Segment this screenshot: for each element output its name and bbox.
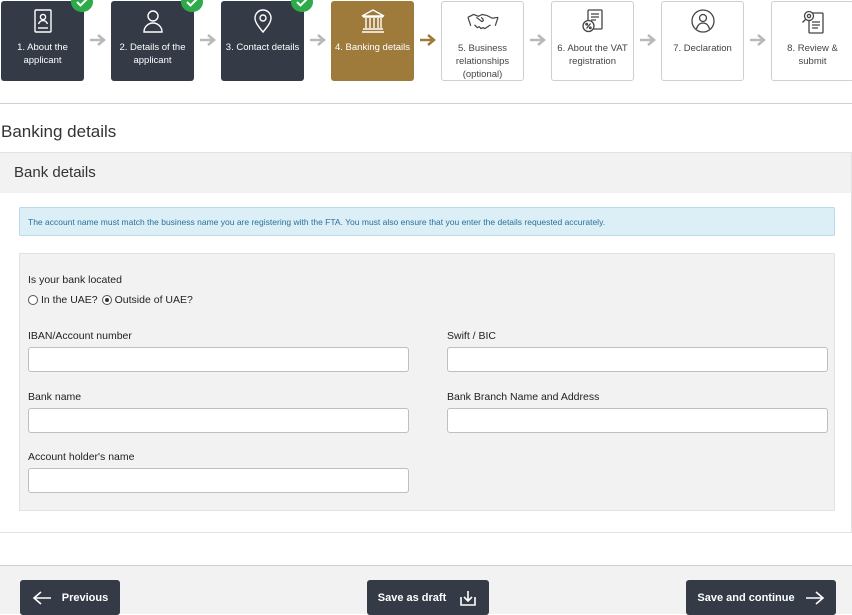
step-label: 7. Declaration <box>673 43 732 54</box>
step-label: 8. Review & submit <box>787 43 838 67</box>
arrow-right-icon <box>200 34 216 46</box>
arrow-right-icon <box>750 34 766 46</box>
account-holder-input[interactable] <box>28 468 409 493</box>
arrow-right-icon <box>805 590 824 605</box>
swift-input[interactable] <box>447 347 828 372</box>
bank-location-question: Is your bank located <box>28 274 122 286</box>
arrow-left-icon <box>32 590 51 605</box>
arrow-right-icon <box>90 34 106 46</box>
iban-input[interactable] <box>28 347 409 372</box>
declaration-person-icon <box>662 2 743 42</box>
previous-button[interactable]: Previous <box>20 580 120 615</box>
info-notice: The account name must match the business… <box>19 207 835 236</box>
page-title: Banking details <box>1 122 117 141</box>
step-declaration[interactable]: 7. Declaration <box>661 1 744 81</box>
check-icon <box>181 0 203 12</box>
handshake-icon <box>442 2 523 42</box>
download-tray-icon <box>460 590 477 606</box>
check-icon <box>291 0 313 12</box>
check-icon <box>71 0 93 12</box>
step-label: 2. Details of the applicant <box>119 42 186 66</box>
arrow-right-icon <box>420 34 436 46</box>
radio-outside-uae-label[interactable]: Outside of UAE? <box>115 294 193 306</box>
step-business-relationships[interactable]: 5. Business relationships (optional) <box>441 1 524 81</box>
arrow-right-icon <box>530 34 546 46</box>
bank-name-input[interactable] <box>28 408 409 433</box>
step-label: 5. Business relationships (optional) <box>455 43 510 80</box>
save-draft-button[interactable]: Save as draft <box>367 580 489 615</box>
review-document-icon <box>772 2 852 42</box>
bank-location-radio-group: In the UAE? Outside of UAE? <box>28 294 197 306</box>
bank-details-panel: Bank details The account name must match… <box>0 152 852 533</box>
bank-details-form: Is your bank located In the UAE? Outside… <box>19 253 835 511</box>
branch-input[interactable] <box>447 408 828 433</box>
branch-label: Bank Branch Name and Address <box>447 391 600 403</box>
swift-label: Swift / BIC <box>447 330 497 342</box>
step-banking-details[interactable]: 4. Banking details <box>331 1 414 81</box>
save-continue-label: Save and continue <box>697 591 795 604</box>
step-label: 1. About the applicant <box>17 42 68 66</box>
bank-icon <box>331 1 414 41</box>
progress-stepper: 1. About the applicant 2. Details of the… <box>0 0 852 104</box>
radio-outside-uae[interactable] <box>101 295 112 305</box>
account-holder-label: Account holder's name <box>28 451 135 463</box>
arrow-right-icon <box>640 34 656 46</box>
step-label: 6. About the VAT registration <box>557 43 628 67</box>
iban-label: IBAN/Account number <box>28 330 132 342</box>
radio-in-uae[interactable] <box>28 295 38 305</box>
bank-name-label: Bank name <box>28 391 82 403</box>
step-contact-details[interactable]: 3. Contact details <box>221 0 313 81</box>
step-label: 4. Banking details <box>335 42 410 53</box>
step-about-vat-registration[interactable]: 6. About the VAT registration <box>551 1 634 81</box>
save-draft-label: Save as draft <box>377 591 447 604</box>
step-label: 3. Contact details <box>225 42 300 53</box>
step-review-submit[interactable]: 8. Review & submit <box>771 1 852 81</box>
panel-title: Bank details <box>0 153 851 193</box>
radio-in-uae-label[interactable]: In the UAE? <box>41 294 98 306</box>
arrow-right-icon <box>310 34 326 46</box>
vat-document-icon <box>552 2 633 42</box>
step-about-applicant[interactable]: 1. About the applicant <box>1 0 93 81</box>
previous-label: Previous <box>61 591 109 604</box>
step-details-applicant[interactable]: 2. Details of the applicant <box>111 0 203 81</box>
save-continue-button[interactable]: Save and continue <box>686 580 836 615</box>
footer-actions: Previous Save as draft Save and continue <box>0 565 852 615</box>
